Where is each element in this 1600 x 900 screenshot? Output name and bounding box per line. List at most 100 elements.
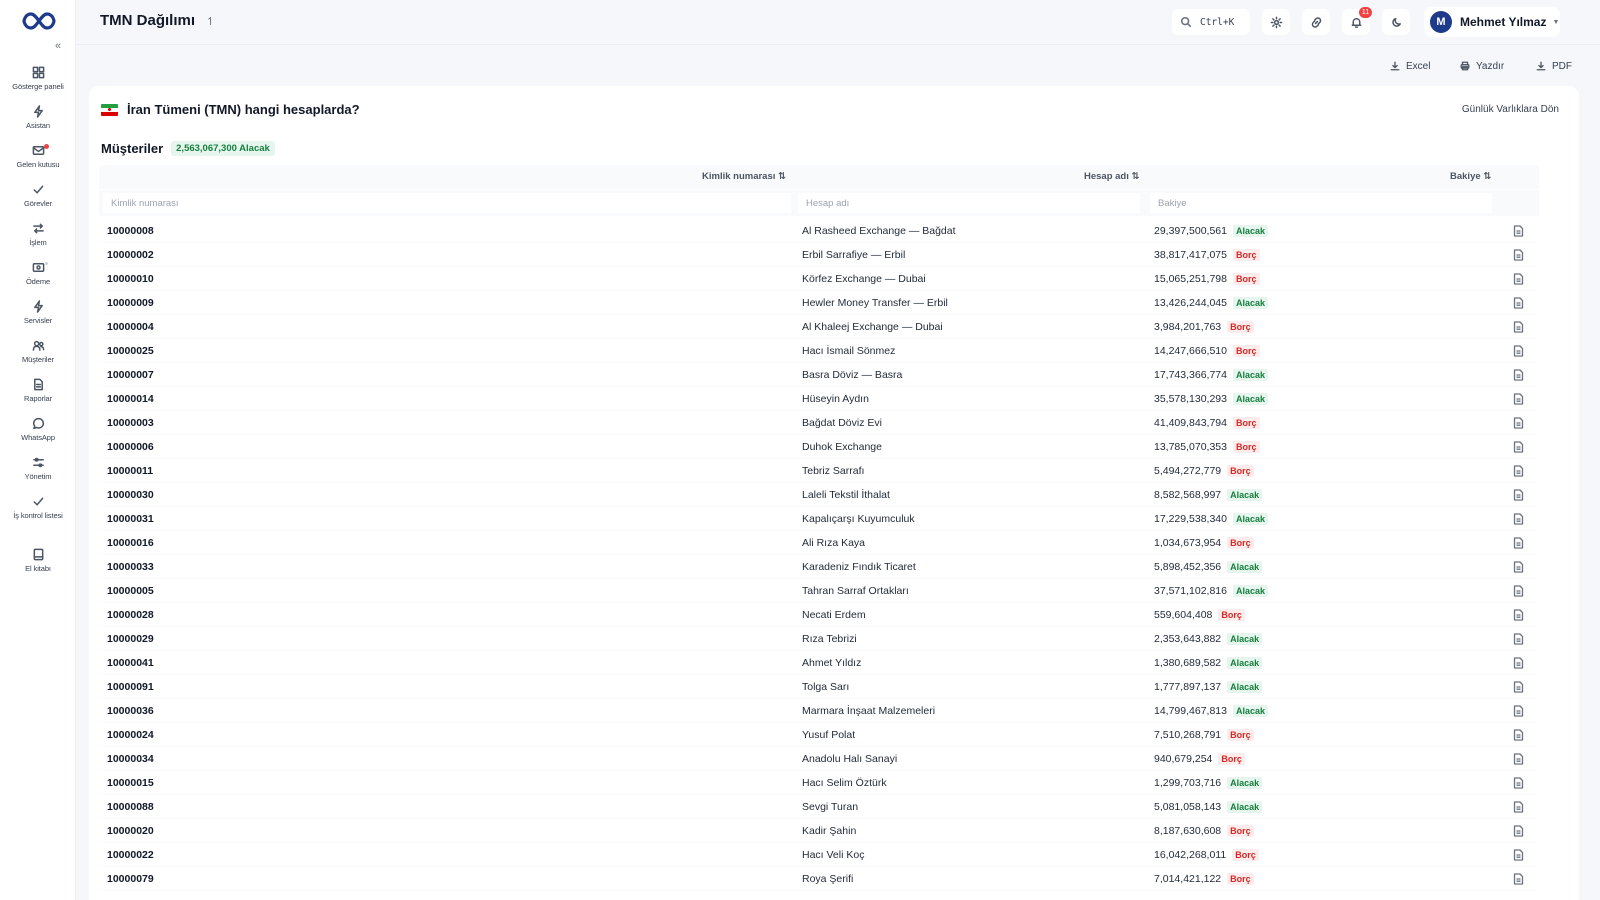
statement-document-icon[interactable] (1513, 609, 1524, 621)
export-excel-button[interactable]: Excel (1390, 58, 1430, 74)
statement-document-icon[interactable] (1513, 849, 1524, 861)
sidebar-item-handbook[interactable]: El kitabı (0, 548, 76, 584)
table-row[interactable]: 10000022 Hacı Veli Koç 16,042,268,011 Borç (99, 843, 1539, 867)
statement-document-icon[interactable] (1513, 681, 1524, 693)
table-row[interactable]: 10000020 Kadir Şahin 8,187,630,608 Borç (99, 819, 1539, 843)
table-row[interactable]: 10000015 Hacı Selim Öztürk 1,299,703,716 Al… (99, 771, 1539, 795)
table-row[interactable]: 10000036 Marmara İnşaat Malzemeleri 14,799… (99, 699, 1539, 723)
statement-document-icon[interactable] (1513, 393, 1524, 405)
table-row[interactable]: 10000033 Karadeniz Fındık Ticaret 5,898,45… (99, 555, 1539, 579)
filter-id-input[interactable] (103, 193, 791, 213)
total-balance-badge: 2,563,067,300 Alacak (171, 141, 275, 156)
table-row[interactable]: 10000008 Al Rasheed Exchange — Bağdat 29,3… (99, 219, 1539, 243)
statement-document-icon[interactable] (1513, 777, 1524, 789)
collapse-sidebar-icon[interactable]: « (50, 38, 66, 54)
statement-document-icon[interactable] (1513, 369, 1524, 381)
statement-document-icon[interactable] (1513, 489, 1524, 501)
table-row[interactable]: 10000041 Ahmet Yıldız 1,380,689,582 Alacak (99, 651, 1539, 675)
statement-document-icon[interactable] (1513, 537, 1524, 549)
balance-amount: 37,571,102,816 (1154, 585, 1227, 597)
user-menu[interactable]: M Mehmet Yılmaz ▼ (1424, 7, 1560, 37)
row-id: 10000029 (107, 633, 154, 645)
balance-amount: 16,042,268,011 (1154, 849, 1227, 861)
table-row[interactable]: 10000007 Basra Döviz — Basra 17,743,366,77… (99, 363, 1539, 387)
statement-document-icon[interactable] (1513, 513, 1524, 525)
statement-document-icon[interactable] (1513, 297, 1524, 309)
table-row[interactable]: 10000025 Hacı İsmail Sönmez 14,247,666,510… (99, 339, 1539, 363)
statement-document-icon[interactable] (1513, 417, 1524, 429)
balance-amount: 5,494,272,779 (1154, 465, 1222, 477)
statement-document-icon[interactable] (1513, 585, 1524, 597)
table-row[interactable]: 10000005 Tahran Sarraf Ortakları 37,571,10… (99, 579, 1539, 603)
export-pdf-button[interactable]: PDF (1536, 58, 1572, 74)
table-row[interactable]: 10000011 Tebriz Sarrafı 5,494,272,779 Borç (99, 459, 1539, 483)
table-body: 10000008 Al Rasheed Exchange — Bağdat 29,3… (99, 219, 1539, 891)
table-row[interactable]: 10000009 Hewler Money Transfer — Erbil 13,… (99, 291, 1539, 315)
statement-document-icon[interactable] (1513, 753, 1524, 765)
back-to-daily-assets-link[interactable]: Günlük Varlıklara Dön (1462, 104, 1559, 115)
sidebar-item-tasks[interactable]: Görevler (0, 183, 76, 219)
statement-document-icon[interactable] (1513, 729, 1524, 741)
sidebar-item-inbox[interactable]: Gelen kutusu (0, 144, 76, 180)
sidebar-item-dashboard[interactable]: Gösterge paneli (0, 66, 76, 102)
statement-document-icon[interactable] (1513, 873, 1524, 885)
row-id: 10000006 (107, 441, 154, 453)
filter-account-name-input[interactable] (798, 193, 1140, 213)
table-row[interactable]: 10000091 Tolga Sarı 1,777,897,137 Alacak (99, 675, 1539, 699)
infinity-logo-icon[interactable] (22, 10, 56, 32)
sidebar-item-reports[interactable]: Raporlar (0, 378, 76, 414)
statement-document-icon[interactable] (1513, 825, 1524, 837)
table-row[interactable]: 10000028 Necati Erdem 559,604,408 Borç (99, 603, 1539, 627)
sidebar-item-checklist[interactable]: İş kontrol listesi (0, 495, 76, 531)
table-row[interactable]: 10000034 Anadolu Halı Sanayi 940,679,254 Bo… (99, 747, 1539, 771)
sidebar-item-customers[interactable]: Müşteriler (0, 339, 76, 375)
table-row[interactable]: 10000031 Kapalıçarşı Kuyumculuk 17,229,538… (99, 507, 1539, 531)
check-icon (33, 185, 43, 194)
customers-section-header: Müşteriler 2,563,067,300 Alacak (101, 141, 275, 156)
statement-document-icon[interactable] (1513, 321, 1524, 333)
sidebar-item-assistant[interactable]: Asistan (0, 105, 76, 141)
column-header-id[interactable]: Kimlik numarası ⇅ (702, 171, 786, 182)
table-row[interactable]: 10000016 Ali Rıza Kaya 1,034,673,954 Borç (99, 531, 1539, 555)
theme-toggle-button[interactable] (1382, 9, 1410, 35)
statement-document-icon[interactable] (1513, 249, 1524, 261)
table-row[interactable]: 10000003 Bağdat Döviz Evi 41,409,843,794 Bo… (99, 411, 1539, 435)
sidebar-item-services[interactable]: Servisler (0, 300, 76, 336)
statement-document-icon[interactable] (1513, 225, 1524, 237)
statement-document-icon[interactable] (1513, 561, 1524, 573)
statement-document-icon[interactable] (1513, 465, 1524, 477)
sidebar-nav: Gösterge paneli Asistan Gelen kutusu Gör… (0, 66, 76, 587)
search-button[interactable]: Ctrl+K (1172, 9, 1250, 35)
table-row[interactable]: 10000004 Al Khaleej Exchange — Dubai 3,984… (99, 315, 1539, 339)
settings-button[interactable] (1262, 9, 1290, 35)
table-row[interactable]: 10000010 Körfez Exchange — Dubai 15,065,25… (99, 267, 1539, 291)
table-row[interactable]: 10000079 Roya Şerifi 7,014,421,122 Borç (99, 867, 1539, 891)
statement-document-icon[interactable] (1513, 633, 1524, 645)
statement-document-icon[interactable] (1513, 273, 1524, 285)
notifications-button[interactable]: 11 (1342, 7, 1372, 35)
table-row[interactable]: 10000030 Laleli Tekstil İthalat 8,582,568,… (99, 483, 1539, 507)
column-header-balance[interactable]: Bakiye ⇅ (1450, 171, 1491, 182)
sidebar-item-management[interactable]: Yönetim (0, 456, 76, 492)
statement-document-icon[interactable] (1513, 345, 1524, 357)
table-row[interactable]: 10000024 Yusuf Polat 7,510,268,791 Borç (99, 723, 1539, 747)
statement-document-icon[interactable] (1513, 657, 1524, 669)
table-row[interactable]: 10000088 Sevgi Turan 5,081,058,143 Alacak (99, 795, 1539, 819)
table-row[interactable]: 10000029 Rıza Tebrizi 2,353,643,882 Alacak (99, 627, 1539, 651)
table-row[interactable]: 10000002 Erbil Sarrafiye — Erbil 38,817,41… (99, 243, 1539, 267)
table-row[interactable]: 10000014 Hüseyin Aydın 35,578,130,293 Alaca… (99, 387, 1539, 411)
sidebar-item-whatsapp[interactable]: WhatsApp (0, 417, 76, 453)
statement-document-icon[interactable] (1513, 801, 1524, 813)
statement-document-icon[interactable] (1513, 441, 1524, 453)
table-row[interactable]: 10000006 Duhok Exchange 13,785,070,353 Borç (99, 435, 1539, 459)
pin-icon[interactable]: ↿ (206, 15, 215, 28)
sidebar-item-transaction[interactable]: İşlem (0, 222, 76, 258)
filter-balance-input[interactable] (1150, 193, 1492, 213)
column-header-account-name[interactable]: Hesap adı ⇅ (1084, 171, 1139, 182)
row-balance: 8,582,568,997 Alacak (1154, 489, 1263, 501)
row-id: 10000005 (107, 585, 154, 597)
statement-document-icon[interactable] (1513, 705, 1524, 717)
link-button[interactable] (1302, 9, 1330, 35)
print-button[interactable]: Yazdır (1460, 58, 1504, 74)
sidebar-item-payment[interactable]: Ödeme (0, 261, 76, 297)
